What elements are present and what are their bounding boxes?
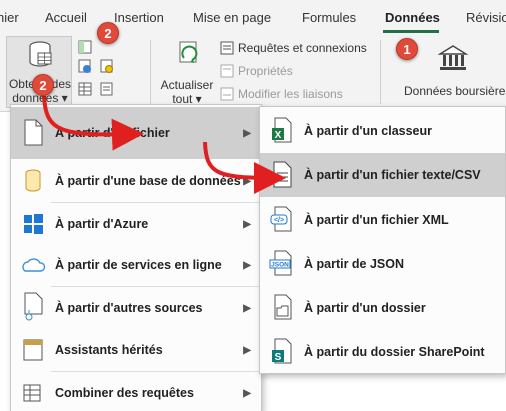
annotation-arrows [42,95,286,194]
step-badge-2-button: 2 [32,74,54,96]
step-badge-1: 1 [396,38,418,60]
arrow-to-from-file [42,95,144,151]
step-badge-2-ribbon: 2 [97,22,119,44]
excel-window: hier Accueil Insertion Mise en page Form… [0,0,506,411]
arrow-to-text-csv [203,141,286,194]
